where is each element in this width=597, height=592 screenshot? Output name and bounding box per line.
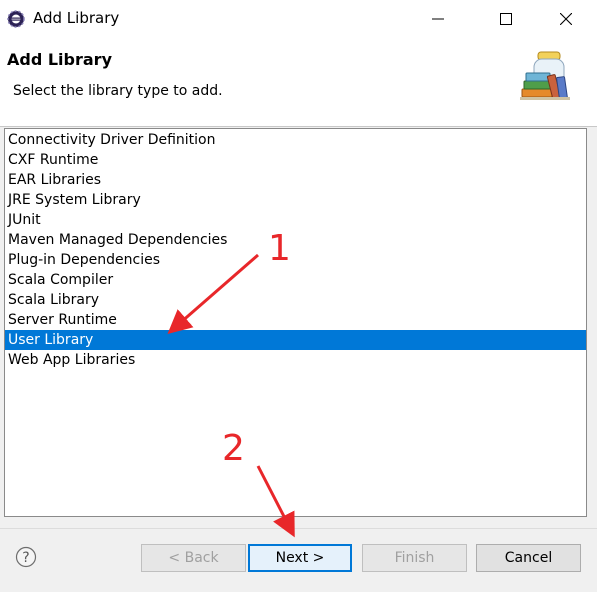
close-button[interactable] (544, 0, 588, 38)
list-item[interactable]: EAR Libraries (5, 170, 586, 190)
help-icon[interactable]: ? (15, 546, 37, 568)
list-item[interactable]: JUnit (5, 210, 586, 230)
list-item[interactable]: Connectivity Driver Definition (5, 130, 586, 150)
page-description: Select the library type to add. (13, 83, 223, 99)
wizard-header: Add Library Select the library type to a… (0, 38, 597, 126)
list-item[interactable]: Maven Managed Dependencies (5, 230, 586, 250)
next-button[interactable]: Next > (248, 544, 352, 572)
close-icon (560, 13, 572, 25)
annotation-step-1: 1 (268, 228, 291, 269)
back-button[interactable]: < Back (141, 544, 246, 572)
window-titlebar: Add Library (0, 0, 597, 38)
library-type-list[interactable]: Connectivity Driver Definition CXF Runti… (4, 128, 587, 517)
list-item[interactable]: Web App Libraries (5, 350, 586, 370)
list-item[interactable]: Plug-in Dependencies (5, 250, 586, 270)
page-title: Add Library (7, 50, 112, 69)
cancel-button[interactable]: Cancel (476, 544, 581, 572)
svg-text:?: ? (22, 550, 29, 566)
annotation-step-2: 2 (222, 428, 245, 469)
header-divider (0, 126, 597, 127)
list-item[interactable]: JRE System Library (5, 190, 586, 210)
list-item[interactable]: Scala Compiler (5, 270, 586, 290)
minimize-icon (432, 18, 444, 20)
list-item[interactable]: Scala Library (5, 290, 586, 310)
list-item-selected[interactable]: User Library (5, 330, 586, 350)
minimize-button[interactable] (416, 0, 460, 38)
library-books-icon (520, 51, 570, 100)
list-item[interactable]: CXF Runtime (5, 150, 586, 170)
window-title: Add Library (33, 9, 120, 27)
maximize-button[interactable] (484, 0, 528, 38)
maximize-icon (500, 13, 512, 25)
footer-divider (0, 528, 597, 529)
list-item[interactable]: Server Runtime (5, 310, 586, 330)
finish-button[interactable]: Finish (362, 544, 467, 572)
eclipse-icon (7, 10, 25, 28)
